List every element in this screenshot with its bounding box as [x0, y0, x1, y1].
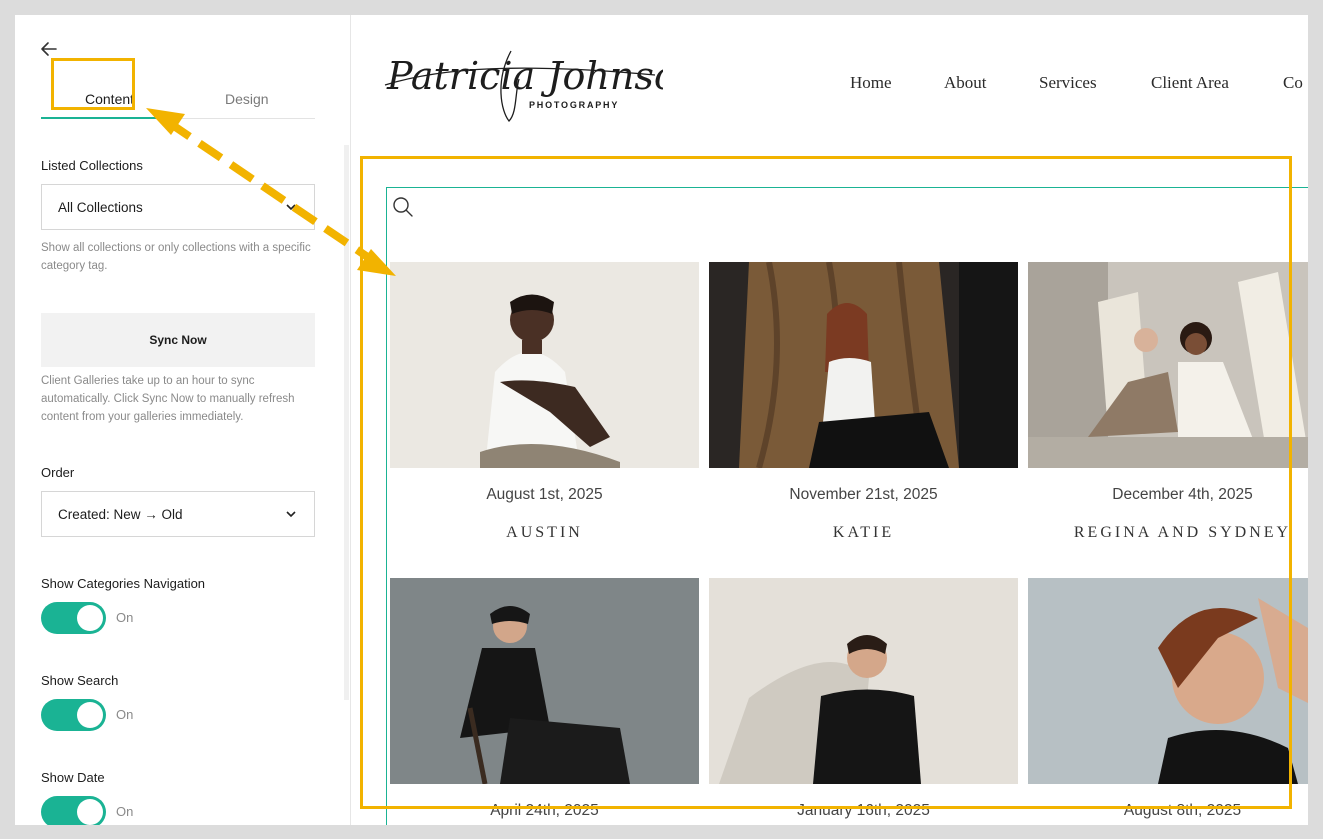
toggle-knob: [77, 702, 103, 728]
show-date-state: On: [116, 804, 134, 819]
order-label: Order: [41, 465, 75, 480]
listed-collections-value: All Collections: [58, 200, 143, 215]
toggle-knob: [77, 799, 103, 825]
show-search-label: Show Search: [41, 673, 119, 688]
toggle-knob: [77, 605, 103, 631]
gallery-highlight: [360, 156, 1292, 809]
show-date-toggle[interactable]: [41, 796, 106, 825]
listed-collections-help: Show all collections or only collections…: [41, 242, 311, 272]
panel-scrollbar[interactable]: [344, 145, 349, 700]
chevron-down-icon: [286, 511, 296, 518]
show-categories-label: Show Categories Navigation: [41, 576, 206, 591]
tab-design[interactable]: Design: [225, 91, 269, 107]
editor-panel: Content Design Listed Collections All Co…: [15, 15, 351, 825]
site-logo[interactable]: Patricia Johnson PHOTOGRAPHY: [383, 41, 663, 127]
show-search-state: On: [116, 707, 134, 722]
show-search-toggle[interactable]: [41, 699, 106, 731]
logo-subtitle: PHOTOGRAPHY: [529, 100, 619, 110]
nav-client-area[interactable]: Client Area: [1151, 73, 1229, 93]
logo-script-text: Patricia Johnson: [386, 54, 663, 98]
nav-home[interactable]: Home: [850, 73, 892, 93]
show-categories-state: On: [116, 610, 134, 625]
listed-collections-select[interactable]: All Collections: [41, 184, 315, 230]
nav-about[interactable]: About: [944, 73, 987, 93]
sync-help: Client Galleries take up to an hour to s…: [41, 375, 295, 423]
active-tab-indicator: [41, 117, 178, 119]
order-value: Created: New → Old: [58, 507, 183, 522]
listed-collections-label: Listed Collections: [41, 158, 143, 173]
chevron-down-icon: [286, 204, 296, 211]
nav-services[interactable]: Services: [1039, 73, 1097, 93]
order-select[interactable]: Created: New → Old: [41, 491, 315, 537]
back-arrow-icon[interactable]: [39, 39, 59, 59]
nav-contact[interactable]: Co: [1283, 73, 1303, 93]
show-categories-toggle[interactable]: [41, 602, 106, 634]
content-tab-highlight: [51, 58, 135, 110]
sync-now-button[interactable]: Sync Now: [41, 313, 315, 367]
show-date-label: Show Date: [41, 770, 105, 785]
